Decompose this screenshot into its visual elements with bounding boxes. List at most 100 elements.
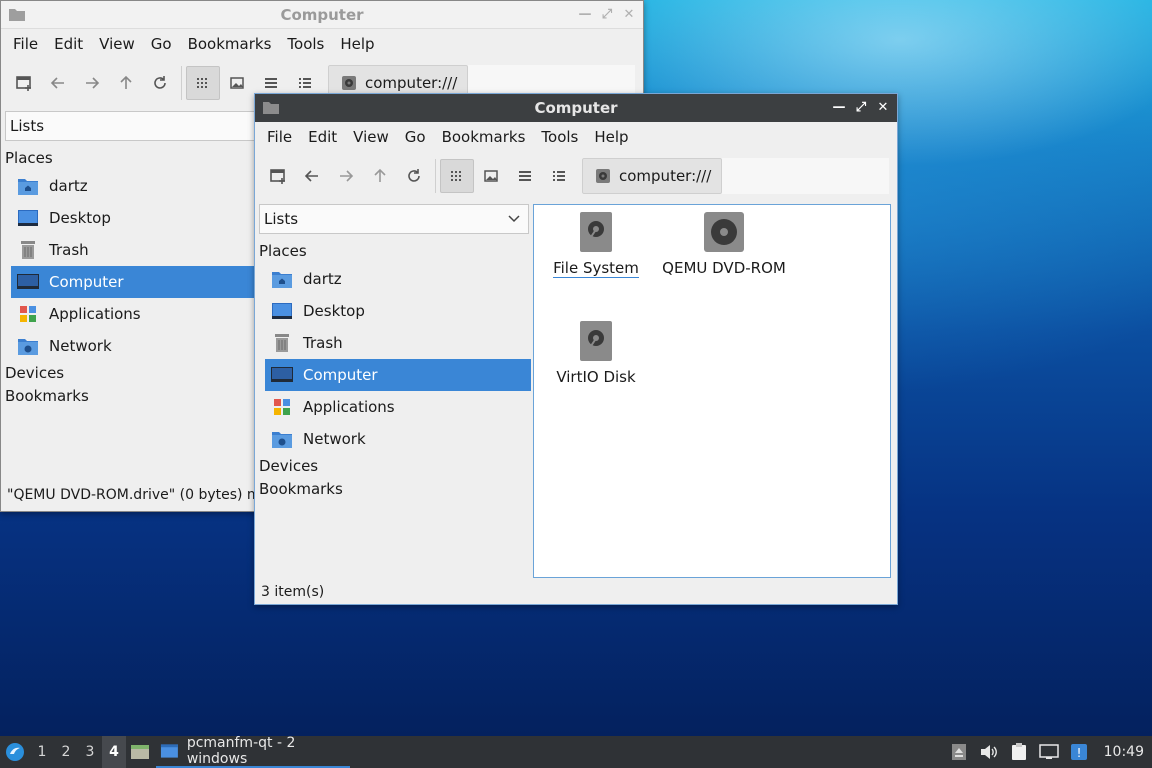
section-bookmarks[interactable]: Bookmarks — [255, 478, 533, 501]
start-menu-button[interactable] — [0, 736, 30, 768]
menu-bookmarks[interactable]: Bookmarks — [180, 35, 280, 53]
show-desktop-icon[interactable] — [126, 736, 154, 768]
close-icon[interactable]: ✕ — [621, 5, 637, 23]
menu-go[interactable]: Go — [143, 35, 180, 53]
file-label: File System — [553, 259, 639, 278]
svg-text:!: ! — [1076, 746, 1081, 760]
reload-icon[interactable] — [143, 66, 177, 100]
sidebar-item-applications[interactable]: Applications — [11, 298, 259, 330]
section-places[interactable]: Places — [255, 240, 533, 263]
workspace-2[interactable]: 2 — [54, 736, 78, 768]
sidebar-item-desktop[interactable]: Desktop — [265, 295, 531, 327]
menu-file[interactable]: File — [5, 35, 46, 53]
sidebar-item-desktop[interactable]: Desktop — [11, 202, 259, 234]
sidebar-item-applications[interactable]: Applications — [265, 391, 531, 423]
desktop-icon — [271, 300, 293, 322]
file-item-virtio-disk[interactable]: VirtIO Disk — [534, 320, 658, 386]
back-arrow-icon[interactable] — [295, 159, 329, 193]
folder-icon — [263, 102, 279, 114]
minimize-icon[interactable]: — — [577, 5, 593, 23]
eject-icon[interactable] — [946, 736, 972, 768]
sidebar-item-dartz[interactable]: dartz — [265, 263, 531, 295]
menu-view[interactable]: View — [91, 35, 143, 53]
sidebar-item-label: Applications — [303, 398, 395, 416]
file-item-filesystem[interactable]: File System — [534, 211, 658, 278]
thumbnail-view-icon[interactable] — [220, 66, 254, 100]
section-places[interactable]: Places — [1, 147, 261, 170]
status-bar: 3 item(s) — [255, 580, 897, 604]
titlebar[interactable]: Computer — ⤢ ✕ — [1, 1, 643, 29]
close-icon[interactable]: ✕ — [875, 98, 891, 116]
workspace-3[interactable]: 3 — [78, 736, 102, 768]
toolbar-separator — [435, 159, 436, 193]
maximize-icon[interactable]: ⤢ — [599, 5, 615, 23]
select-value: Lists — [10, 117, 45, 135]
new-tab-icon[interactable] — [7, 66, 41, 100]
computer-icon — [17, 271, 39, 293]
maximize-icon[interactable]: ⤢ — [853, 98, 869, 116]
menu-view[interactable]: View — [345, 128, 397, 146]
workspace-4[interactable]: 4 — [102, 736, 126, 768]
sidebar-item-network[interactable]: Network — [11, 330, 259, 362]
minimize-icon[interactable]: — — [831, 98, 847, 116]
system-tray: ! 10:49 — [946, 736, 1152, 768]
menu-go[interactable]: Go — [397, 128, 434, 146]
icon-view-icon[interactable] — [186, 66, 220, 100]
sidebar-item-computer[interactable]: Computer — [11, 266, 259, 298]
menu-help[interactable]: Help — [332, 35, 382, 53]
sidebar-item-label: Trash — [49, 241, 89, 259]
thumbnail-view-icon[interactable] — [474, 159, 508, 193]
applications-icon — [271, 396, 293, 418]
icon-view-icon[interactable] — [440, 159, 474, 193]
clipboard-icon[interactable] — [1006, 736, 1032, 768]
sidebar-item-dartz[interactable]: dartz — [11, 170, 259, 202]
sidebar-item-computer[interactable]: Computer — [265, 359, 531, 391]
file-manager-window-front[interactable]: Computer — ⤢ ✕ File Edit View Go Bookmar… — [254, 93, 898, 605]
section-devices[interactable]: Devices — [1, 362, 261, 385]
address-text: computer:/// — [365, 74, 458, 92]
forward-arrow-icon[interactable] — [75, 66, 109, 100]
up-arrow-icon[interactable] — [363, 159, 397, 193]
hard-drive-icon — [580, 212, 612, 252]
file-icon-view[interactable]: File System QEMU DVD-ROM VirtIO Disk — [533, 204, 891, 578]
titlebar[interactable]: Computer — ⤢ ✕ — [255, 94, 897, 122]
chevron-down-icon — [508, 215, 520, 223]
menu-tools[interactable]: Tools — [533, 128, 586, 146]
back-arrow-icon[interactable] — [41, 66, 75, 100]
menu-bookmarks[interactable]: Bookmarks — [434, 128, 534, 146]
menu-help[interactable]: Help — [586, 128, 636, 146]
sidebar-item-label: Network — [303, 430, 366, 448]
menu-file[interactable]: File — [259, 128, 300, 146]
section-devices[interactable]: Devices — [255, 455, 533, 478]
compact-view-icon[interactable] — [508, 159, 542, 193]
section-bookmarks[interactable]: Bookmarks — [1, 385, 261, 408]
sidebar-item-trash[interactable]: Trash — [265, 327, 531, 359]
menu-edit[interactable]: Edit — [46, 35, 91, 53]
menu-edit[interactable]: Edit — [300, 128, 345, 146]
sidebar-mode-select[interactable]: Lists — [5, 111, 257, 141]
sidebar-mode-select[interactable]: Lists — [259, 204, 529, 234]
taskbar-task-pcmanfm[interactable]: pcmanfm-qt - 2 windows — [156, 735, 350, 768]
menu-tools[interactable]: Tools — [279, 35, 332, 53]
volume-icon[interactable] — [976, 736, 1002, 768]
select-value: Lists — [264, 210, 299, 228]
network-monitor-icon[interactable] — [1036, 736, 1062, 768]
detailed-list-icon[interactable] — [542, 159, 576, 193]
update-notifier-icon[interactable]: ! — [1066, 736, 1092, 768]
window-title: Computer — [534, 99, 618, 117]
new-tab-icon[interactable] — [261, 159, 295, 193]
sidebar-item-network[interactable]: Network — [265, 423, 531, 455]
file-item-dvd-rom[interactable]: QEMU DVD-ROM — [662, 211, 786, 277]
address-bar[interactable]: computer:/// — [582, 158, 889, 194]
sidebar-item-trash[interactable]: Trash — [11, 234, 259, 266]
workspace-1[interactable]: 1 — [30, 736, 54, 768]
trash-icon — [17, 239, 39, 261]
clock[interactable]: 10:49 — [1104, 744, 1144, 760]
reload-icon[interactable] — [397, 159, 431, 193]
address-chip[interactable]: computer:/// — [582, 158, 723, 194]
window-group-icon — [160, 744, 178, 758]
computer-icon — [271, 364, 293, 386]
up-arrow-icon[interactable] — [109, 66, 143, 100]
forward-arrow-icon[interactable] — [329, 159, 363, 193]
drive-icon — [596, 169, 610, 183]
